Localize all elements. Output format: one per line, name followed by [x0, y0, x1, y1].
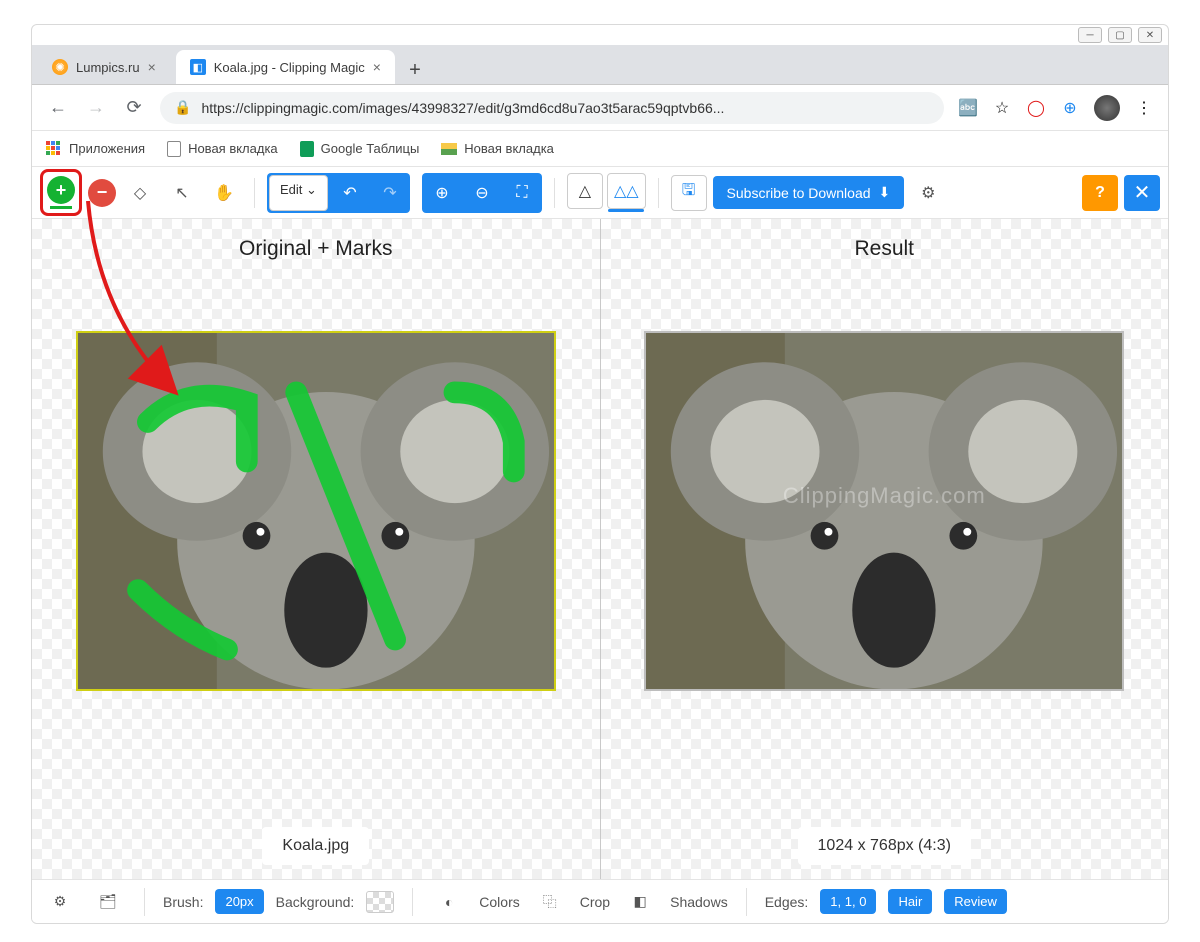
shadows-label[interactable]: Shadows — [670, 894, 728, 910]
reload-button[interactable]: ⟳ — [122, 96, 146, 120]
window-close-button[interactable]: ✕ — [1138, 27, 1162, 43]
result-pane: Result — [600, 219, 1169, 879]
url-bar[interactable]: 🔒 https://clippingmagic.com/images/43998… — [160, 92, 944, 124]
close-icon[interactable]: × — [373, 59, 381, 75]
new-tab-button[interactable]: + — [401, 56, 429, 84]
crop-label[interactable]: Crop — [580, 894, 610, 910]
menu-icon[interactable]: ⋮ — [1134, 98, 1154, 118]
sheets-icon — [300, 141, 314, 157]
globe-icon[interactable]: ⊕ — [1060, 98, 1080, 118]
original-pane: Original + Marks — [32, 219, 600, 879]
shadows-icon[interactable]: ◧ — [622, 884, 658, 920]
tab-title: Lumpics.ru — [76, 60, 140, 75]
forward-button[interactable]: → — [84, 96, 108, 120]
opera-icon[interactable]: ◯ — [1026, 98, 1046, 118]
undo-button[interactable]: ↶ — [332, 175, 368, 211]
help-button[interactable]: ? — [1082, 175, 1118, 211]
annotation-highlight: + — [40, 169, 82, 216]
tab-strip: ✺ Lumpics.ru × ◧ Koala.jpg - Clipping Ma… — [32, 45, 1168, 85]
close-editor-button[interactable]: ✕ — [1124, 175, 1160, 211]
file-icon — [167, 141, 181, 157]
lock-icon: 🔒 — [174, 99, 191, 116]
crop-icon[interactable]: ⿻ — [532, 884, 568, 920]
colors-icon[interactable]: ◐ — [431, 884, 467, 920]
save-button[interactable]: 🖫 — [671, 175, 707, 211]
subscribe-download-button[interactable]: Subscribe to Download ⬇ — [713, 176, 905, 209]
colors-label[interactable]: Colors — [479, 894, 519, 910]
apps-icon — [46, 141, 62, 157]
minimize-button[interactable]: ─ — [1078, 27, 1102, 43]
maximize-button[interactable]: ▢ — [1108, 27, 1132, 43]
app-toolbar: + − ◇ ↖ ✋ Edit ⌄ ↶ ↷ ⊕ ⊖ ⛶ △ △△ 🖫 — [32, 167, 1168, 219]
address-bar-row: ← → ⟳ 🔒 https://clippingmagic.com/images… — [32, 85, 1168, 131]
redo-button[interactable]: ↷ — [372, 175, 408, 211]
edit-group: Edit ⌄ ↶ ↷ — [267, 173, 410, 213]
bookmark-sheets[interactable]: Google Таблицы — [300, 141, 420, 157]
settings-button[interactable]: ⚙ — [910, 175, 946, 211]
hair-button[interactable]: Hair — [888, 889, 932, 914]
bookmarks-bar: Приложения Новая вкладка Google Таблицы … — [32, 131, 1168, 167]
star-icon[interactable]: ☆ — [992, 98, 1012, 118]
active-indicator — [50, 206, 72, 209]
close-icon[interactable]: × — [148, 59, 156, 75]
browser-window: ─ ▢ ✕ ✺ Lumpics.ru × ◧ Koala.jpg - Clipp… — [31, 24, 1169, 924]
background-swatch[interactable] — [366, 891, 394, 913]
keep-marks — [78, 333, 554, 689]
workspace: Original + Marks — [32, 219, 1168, 879]
dimensions-caption: 1024 x 768px (4:3) — [798, 827, 971, 865]
zoom-out-button[interactable]: ⊖ — [464, 175, 500, 211]
pane-title-result: Result — [854, 237, 914, 261]
window-titlebar: ─ ▢ ✕ — [32, 25, 1168, 45]
tab-clippingmagic[interactable]: ◧ Koala.jpg - Clipping Magic × — [176, 50, 395, 84]
original-image-frame[interactable] — [76, 331, 556, 691]
favicon-icon: ◧ — [190, 59, 206, 75]
background-label: Background: — [276, 894, 355, 910]
edges-value-button[interactable]: 1, 1, 0 — [820, 889, 876, 914]
zoom-in-button[interactable]: ⊕ — [424, 175, 460, 211]
watermark-text: ClippingMagic.com — [646, 483, 1122, 509]
bookmark-new-tab-2[interactable]: Новая вкладка — [441, 141, 554, 156]
edges-label: Edges: — [765, 894, 809, 910]
url-text: https://clippingmagic.com/images/4399832… — [201, 100, 724, 116]
zoom-group: ⊕ ⊖ ⛶ — [422, 173, 542, 213]
active-indicator — [608, 209, 644, 212]
image-icon — [441, 143, 457, 155]
settings-icon[interactable]: ⚙ — [42, 884, 78, 920]
view-single-button[interactable]: △ — [567, 173, 603, 209]
tab-title: Koala.jpg - Clipping Magic — [214, 60, 365, 75]
download-icon: ⬇ — [879, 184, 891, 201]
fit-button[interactable]: ⛶ — [504, 175, 540, 211]
apps-button[interactable]: Приложения — [46, 141, 145, 157]
bottom-bar: ⚙ 🗂 Brush: 20px Background: ◐ Colors ⿻ C… — [32, 879, 1168, 923]
eraser-button[interactable]: ◇ — [122, 175, 158, 211]
chevron-down-icon: ⌄ — [306, 182, 317, 197]
toolbar-right-icons: 🔤 ☆ ◯ ⊕ ⋮ — [958, 95, 1154, 121]
brush-label: Brush: — [163, 894, 203, 910]
brush-size-button[interactable]: 20px — [215, 889, 263, 914]
cursor-button[interactable]: ↖ — [164, 175, 200, 211]
koala-result-image — [646, 333, 1122, 689]
profile-avatar[interactable] — [1094, 95, 1120, 121]
view-split-button[interactable]: △△ — [607, 173, 646, 209]
tab-lumpics[interactable]: ✺ Lumpics.ru × — [38, 50, 170, 84]
filename-caption: Koala.jpg — [262, 827, 369, 865]
result-image-frame[interactable]: ClippingMagic.com — [644, 331, 1124, 691]
favicon-icon: ✺ — [52, 59, 68, 75]
remove-brush-button[interactable]: − — [88, 179, 116, 207]
keep-brush-button[interactable]: + — [47, 176, 75, 204]
pan-button[interactable]: ✋ — [206, 175, 242, 211]
translate-icon[interactable]: 🔤 — [958, 98, 978, 118]
pane-title-original: Original + Marks — [239, 237, 392, 261]
batch-icon[interactable]: 🗂 — [90, 884, 126, 920]
back-button[interactable]: ← — [46, 96, 70, 120]
edit-dropdown[interactable]: Edit ⌄ — [269, 175, 328, 211]
review-button[interactable]: Review — [944, 889, 1007, 914]
bookmark-new-tab-1[interactable]: Новая вкладка — [167, 141, 278, 157]
